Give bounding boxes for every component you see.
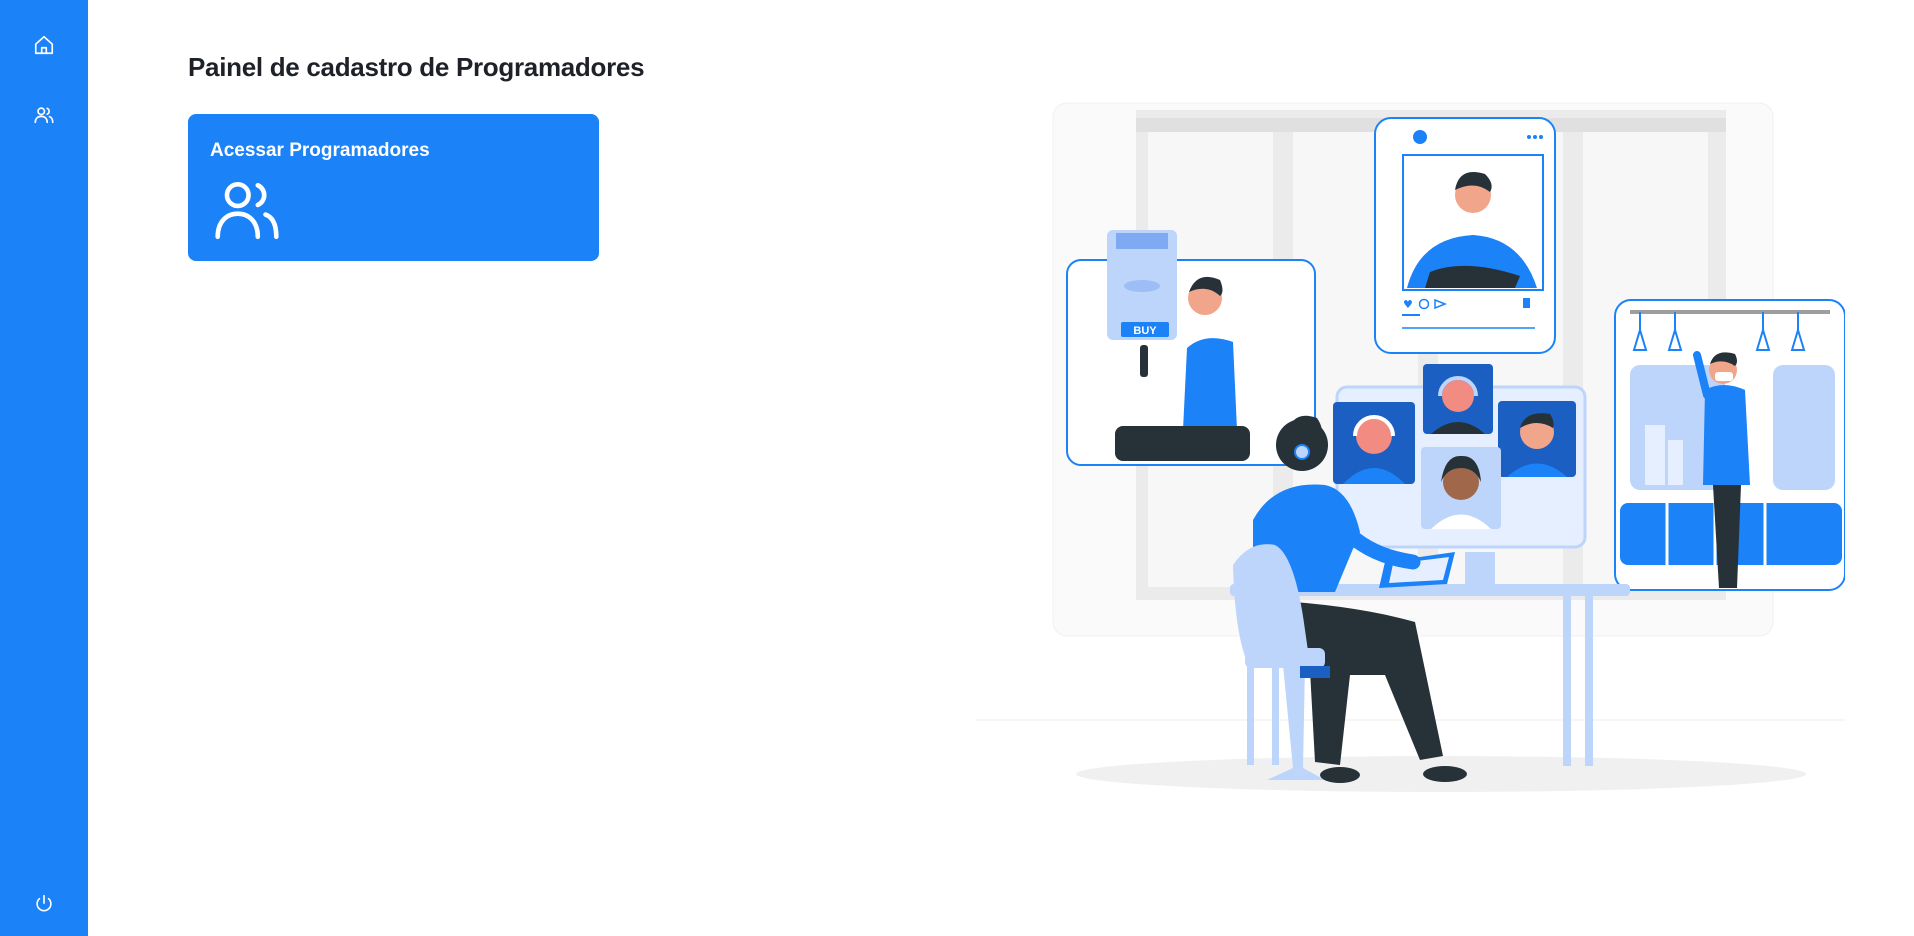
page-title: Painel de cadastro de Programadores — [188, 52, 645, 82]
home-icon — [34, 35, 54, 55]
svg-text:♥: ♥ — [1403, 298, 1413, 311]
logout-button[interactable] — [24, 884, 64, 924]
sidebar-item-home[interactable] — [24, 25, 64, 65]
card-title: Acessar Programadores — [210, 140, 430, 161]
users-icon — [215, 182, 279, 240]
buy-label: BUY — [1133, 325, 1157, 337]
sidebar-item-programmers[interactable] — [24, 95, 64, 135]
sidebar — [0, 0, 88, 936]
power-icon — [36, 894, 52, 912]
users-icon — [34, 107, 54, 124]
access-programmers-card[interactable]: Acessar Programadores — [188, 114, 599, 261]
video-call-illustration: BUY ♥ — [975, 102, 1845, 792]
